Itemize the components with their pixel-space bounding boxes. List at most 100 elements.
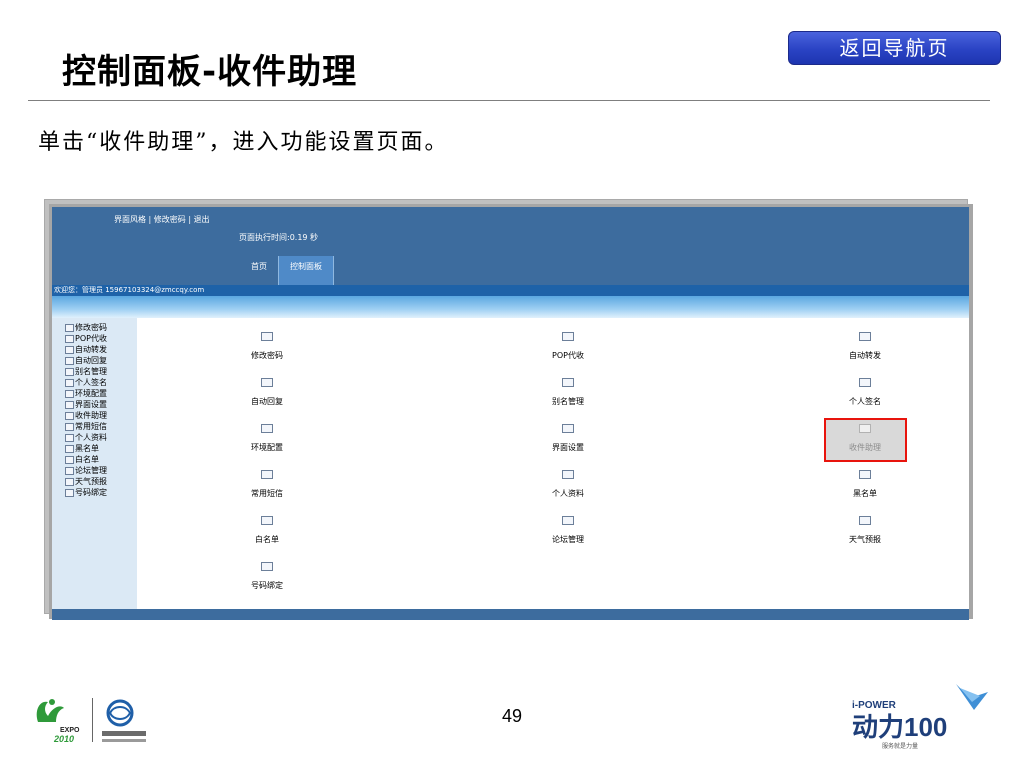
grid-item-change-password[interactable]: 修改密码 bbox=[207, 332, 327, 361]
sidebar-item-label: 别名管理 bbox=[75, 367, 107, 376]
key-icon bbox=[65, 323, 74, 332]
expo-text: EXPO bbox=[60, 727, 80, 734]
sidebar-item-label: 天气预报 bbox=[75, 477, 107, 486]
profile-icon bbox=[65, 433, 74, 442]
grid-item-interface[interactable]: 界面设置 bbox=[508, 424, 628, 453]
blacklist-icon bbox=[859, 470, 871, 479]
sidebar-item-whitelist[interactable]: 白名单 bbox=[65, 454, 99, 465]
china-mobile-logo bbox=[102, 699, 146, 742]
app-header: 界面风格 | 修改密码 | 退出 页面执行时间:0.19 秒 首页 控制面板 bbox=[52, 207, 969, 285]
sidebar-item-signature[interactable]: 个人签名 bbox=[65, 377, 107, 388]
weather-icon bbox=[859, 516, 871, 525]
sidebar-item-label: 自动转发 bbox=[75, 345, 107, 354]
grid-item-phone-binding[interactable]: 号码绑定 bbox=[207, 562, 327, 591]
theme-link[interactable]: 界面风格 bbox=[114, 215, 146, 224]
webmail-screenshot: 界面风格 | 修改密码 | 退出 页面执行时间:0.19 秒 首页 控制面板 欢… bbox=[52, 207, 969, 620]
grid-item-pop[interactable]: POP代收 bbox=[508, 332, 628, 361]
slide-title: 控制面板-收件助理 bbox=[62, 52, 358, 92]
sms-icon bbox=[261, 470, 273, 479]
sidebar-item-label: 黑名单 bbox=[75, 444, 99, 453]
sidebar-item-sms[interactable]: 常用短信 bbox=[65, 421, 107, 432]
grid-item-inbox-assistant[interactable]: 收件助理 bbox=[805, 424, 925, 453]
theme-icon bbox=[65, 400, 74, 409]
i-power-dongli100-logo: i-POWER 动力100 服务就是力量 bbox=[852, 684, 988, 750]
key-icon bbox=[261, 332, 273, 341]
grid-item-label: 收件助理 bbox=[849, 443, 881, 452]
sidebar-item-label: 论坛管理 bbox=[75, 466, 107, 475]
grid-item-label: 常用短信 bbox=[251, 489, 283, 498]
sidebar-item-label: 号码绑定 bbox=[75, 488, 107, 497]
sms-icon bbox=[65, 422, 74, 431]
sidebar-item-weather[interactable]: 天气预报 bbox=[65, 476, 107, 487]
grid-item-whitelist[interactable]: 白名单 bbox=[207, 516, 327, 545]
link-separator: | bbox=[146, 215, 154, 224]
control-panel-grid: 修改密码 POP代收 自动转发 自动回复 别名管理 个人签名 环境配置 界面设置… bbox=[137, 318, 969, 609]
logout-link[interactable]: 退出 bbox=[194, 215, 210, 224]
grid-item-label: 白名单 bbox=[255, 535, 279, 544]
sidebar-item-label: 环境配置 bbox=[75, 389, 107, 398]
sidebar-item-blacklist[interactable]: 黑名单 bbox=[65, 443, 99, 454]
grid-item-auto-forward[interactable]: 自动转发 bbox=[805, 332, 925, 361]
tab-home[interactable]: 首页 bbox=[240, 256, 278, 285]
sidebar-item-label: 自动回复 bbox=[75, 356, 107, 365]
grid-item-label: 天气预报 bbox=[849, 535, 881, 544]
grid-item-alias[interactable]: 别名管理 bbox=[508, 378, 628, 407]
mailbox-icon bbox=[562, 332, 574, 341]
sidebar-item-profile[interactable]: 个人资料 bbox=[65, 432, 107, 443]
profile-icon bbox=[562, 470, 574, 479]
grid-item-label: 黑名单 bbox=[853, 489, 877, 498]
tab-control-panel[interactable]: 控制面板 bbox=[278, 256, 334, 285]
inbox-assistant-icon bbox=[859, 424, 871, 433]
sidebar-item-alias[interactable]: 别名管理 bbox=[65, 366, 107, 377]
sidebar-item-pop[interactable]: POP代收 bbox=[65, 333, 107, 344]
sidebar-item-phone-binding[interactable]: 号码绑定 bbox=[65, 487, 107, 498]
header-gradient-stripe bbox=[52, 296, 969, 318]
forward-icon bbox=[859, 332, 871, 341]
sidebar-item-interface[interactable]: 界面设置 bbox=[65, 399, 107, 410]
expo-2010-logo: EXPO 2010 bbox=[36, 699, 80, 744]
service-slogan-text: 服务就是力量 bbox=[882, 742, 918, 750]
grid-item-blacklist[interactable]: 黑名单 bbox=[805, 470, 925, 499]
grid-item-label: 界面设置 bbox=[552, 443, 584, 452]
phone-binding-icon bbox=[261, 562, 273, 571]
alias-icon bbox=[65, 367, 74, 376]
sidebar-item-change-password[interactable]: 修改密码 bbox=[65, 322, 107, 333]
grid-item-label: 个人资料 bbox=[552, 489, 584, 498]
sidebar: 修改密码 POP代收 自动转发 自动回复 别名管理 个人签名 环境配置 界面设置… bbox=[52, 318, 137, 609]
grid-item-label: 个人签名 bbox=[849, 397, 881, 406]
change-password-link[interactable]: 修改密码 bbox=[154, 215, 186, 224]
grid-item-label: 自动回复 bbox=[251, 397, 283, 406]
sidebar-item-inbox-assistant[interactable]: 收件助理 bbox=[65, 410, 107, 421]
signature-icon bbox=[859, 378, 871, 387]
grid-item-forum[interactable]: 论坛管理 bbox=[508, 516, 628, 545]
sidebar-item-label: 个人签名 bbox=[75, 378, 107, 387]
execution-time: 页面执行时间:0.19 秒 bbox=[239, 233, 319, 242]
phone-binding-icon bbox=[65, 488, 74, 497]
sidebar-item-environment[interactable]: 环境配置 bbox=[65, 388, 107, 399]
grid-item-profile[interactable]: 个人资料 bbox=[508, 470, 628, 499]
blacklist-icon bbox=[65, 444, 74, 453]
back-to-navigation-button[interactable]: 返回导航页 bbox=[788, 31, 1001, 65]
sidebar-item-auto-forward[interactable]: 自动转发 bbox=[65, 344, 107, 355]
grid-item-signature[interactable]: 个人签名 bbox=[805, 378, 925, 407]
sidebar-item-forum[interactable]: 论坛管理 bbox=[65, 465, 107, 476]
forum-icon bbox=[65, 466, 74, 475]
i-power-text: i-POWER bbox=[852, 700, 897, 711]
grid-item-auto-reply[interactable]: 自动回复 bbox=[207, 378, 327, 407]
forward-icon bbox=[65, 345, 74, 354]
settings-icon bbox=[65, 389, 74, 398]
whitelist-icon bbox=[65, 455, 74, 464]
sidebar-item-label: POP代收 bbox=[75, 334, 107, 343]
grid-item-label: 号码绑定 bbox=[251, 581, 283, 590]
header-links: 界面风格 | 修改密码 | 退出 bbox=[114, 214, 210, 225]
reply-icon bbox=[261, 378, 273, 387]
forum-icon bbox=[562, 516, 574, 525]
grid-item-environment[interactable]: 环境配置 bbox=[207, 424, 327, 453]
link-separator: | bbox=[185, 215, 194, 224]
grid-item-label: 环境配置 bbox=[251, 443, 283, 452]
grid-item-sms[interactable]: 常用短信 bbox=[207, 470, 327, 499]
alias-icon bbox=[562, 378, 574, 387]
grid-item-weather[interactable]: 天气预报 bbox=[805, 516, 925, 545]
mailbox-icon bbox=[65, 334, 74, 343]
sidebar-item-auto-reply[interactable]: 自动回复 bbox=[65, 355, 107, 366]
